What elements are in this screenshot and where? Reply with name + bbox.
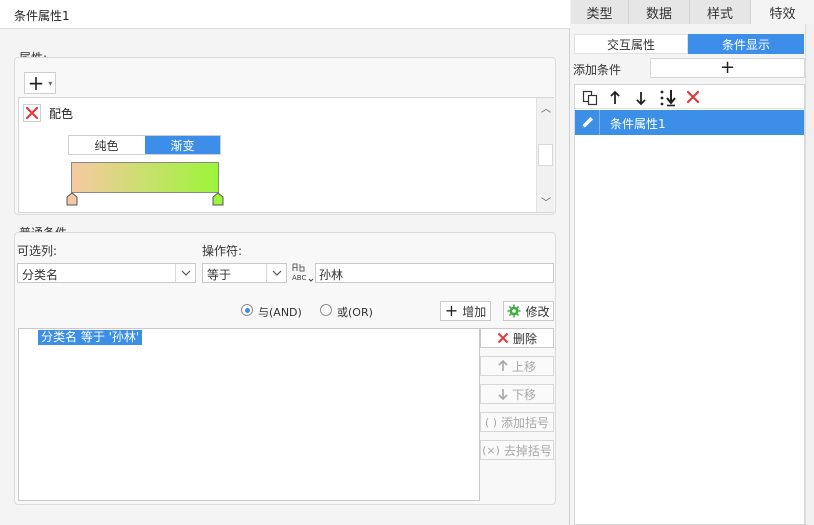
close-icon[interactable] (686, 90, 700, 104)
plus-icon: + (719, 57, 736, 78)
condition-value-input[interactable]: 孙林 (315, 263, 554, 283)
remove-attribute-button[interactable] (23, 104, 41, 122)
gear-icon (507, 304, 521, 318)
chevron-down-icon (175, 264, 195, 282)
condition-value-text: 孙林 (319, 268, 344, 282)
tab-data[interactable]: 数据 (629, 0, 690, 24)
and-label: 与(AND) (258, 306, 302, 319)
arrow-down-icon (498, 389, 508, 400)
property-side-panel: 类型 数据 样式 特效 交互属性 条件显示 添加条件 + 条件属性1 (571, 0, 814, 525)
gradient-tab[interactable]: 渐变 (145, 136, 220, 154)
add-attribute-button[interactable]: + ▾ (24, 72, 56, 94)
add-condition-button[interactable]: + 增加 (440, 301, 491, 321)
list-item[interactable]: 条件属性1 (575, 110, 804, 135)
close-icon (25, 106, 39, 120)
operator-select-value: 等于 (207, 268, 232, 282)
modify-condition-label: 修改 (525, 304, 550, 319)
condition-item[interactable]: 分类名 等于 '孙林' (38, 330, 143, 345)
move-to-bottom-icon[interactable] (659, 89, 679, 107)
solid-color-tab[interactable]: 纯色 (69, 136, 144, 154)
modify-condition-button[interactable]: 修改 (503, 301, 554, 321)
scrollbar-thumb[interactable] (538, 144, 553, 166)
tab-condition-display[interactable]: 条件显示 (688, 34, 804, 54)
close-icon (497, 332, 509, 344)
attribute-list-scrollbar[interactable]: ︿ ﹀ (536, 98, 554, 212)
delete-condition-button[interactable]: 删除 (480, 328, 554, 348)
or-label: 或(OR) (337, 306, 373, 319)
list-item-label: 条件属性1 (610, 117, 666, 131)
column-select[interactable]: 分类名 (17, 263, 196, 283)
move-down-button[interactable]: 下移 (480, 384, 554, 404)
side-panel-scrollbar[interactable] (805, 24, 814, 525)
add-bracket-button[interactable]: ( ) 添加括号 (480, 412, 554, 432)
operator-label: 操作符: (202, 244, 243, 258)
tab-interaction-properties[interactable]: 交互属性 (574, 34, 688, 54)
list-toolbar (575, 85, 804, 109)
add-condition-row-label: 添加条件 (573, 63, 622, 77)
color-scheme-label: 配色 (49, 107, 74, 121)
plus-icon: + (444, 301, 459, 320)
copy-icon[interactable] (582, 90, 598, 106)
radio-selected-dot (244, 307, 250, 313)
move-up-label: 上移 (511, 359, 536, 374)
tab-effects[interactable]: 特效 (751, 0, 814, 24)
svg-text:ABC: ABC (292, 274, 306, 282)
gradient-end-handle[interactable] (212, 192, 224, 206)
column-label: 可选列: (17, 244, 58, 258)
remove-bracket-icon: (×) (482, 443, 500, 457)
attribute-list: 配色 纯色 渐变 ︿ ﹀ (18, 97, 554, 213)
operator-select[interactable]: 等于 (202, 263, 287, 283)
chevron-down-icon (266, 264, 286, 282)
plus-icon: + (27, 71, 45, 95)
condition-attribute-dialog: 条件属性1 属性: + ▾ 配色 纯色 渐变 ︿ ﹀ (0, 0, 570, 525)
remove-bracket-label: 去掉括号 (503, 443, 552, 458)
tab-style[interactable]: 样式 (690, 0, 751, 24)
add-condition-plus-button[interactable]: + (650, 58, 805, 78)
and-radio[interactable] (241, 304, 253, 316)
text-type-icon: ABC (292, 263, 314, 282)
scroll-down-icon[interactable]: ﹀ (541, 194, 551, 209)
value-type-button[interactable]: ABC (290, 262, 314, 284)
gradient-start-handle[interactable] (66, 192, 78, 206)
bracket-icon: ( ) (484, 415, 498, 429)
move-down-label: 下移 (511, 387, 536, 402)
delete-condition-label: 删除 (512, 331, 537, 346)
scroll-up-icon[interactable]: ︿ (541, 100, 551, 115)
column-select-value: 分类名 (22, 268, 59, 282)
dialog-title: 条件属性1 (14, 9, 70, 23)
condition-list[interactable]: 分类名 等于 '孙林' (18, 328, 480, 501)
remove-bracket-button[interactable]: (×) 去掉括号 (480, 440, 554, 460)
move-up-button[interactable]: 上移 (480, 356, 554, 376)
gradient-preview-bar[interactable] (71, 162, 219, 193)
pencil-icon (582, 117, 593, 128)
tab-type[interactable]: 类型 (571, 0, 629, 24)
condition-attribute-list: 条件属性1 (574, 84, 805, 525)
chevron-down-icon: ▾ (48, 78, 53, 88)
or-radio[interactable] (320, 304, 332, 316)
add-condition-label: 增加 (462, 304, 487, 319)
arrow-up-icon (498, 360, 508, 371)
add-bracket-label: 添加括号 (501, 415, 550, 430)
arrow-down-icon[interactable] (635, 90, 647, 106)
edit-item-button[interactable] (575, 110, 600, 135)
arrow-up-icon[interactable] (609, 90, 621, 106)
dialog-title-bar: 条件属性1 (0, 0, 570, 29)
